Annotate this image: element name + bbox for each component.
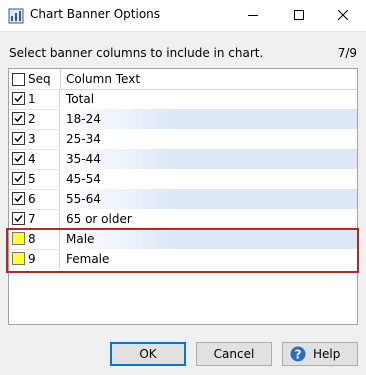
- svg-text:?: ?: [295, 348, 302, 362]
- maximize-button[interactable]: [276, 0, 322, 31]
- seq-cell: 4: [9, 149, 60, 169]
- table-header: Seq Column Text: [9, 69, 357, 90]
- seq-number: 1: [28, 92, 36, 106]
- column-text-cell[interactable]: 18-24: [60, 109, 357, 129]
- close-icon: [337, 9, 349, 21]
- column-text-cell[interactable]: 25-34: [60, 129, 357, 149]
- column-text: 35-44: [66, 152, 101, 166]
- checkmark-icon: [14, 135, 23, 143]
- table-row[interactable]: 6 55-64: [9, 189, 357, 209]
- seq-cell: 5: [9, 169, 60, 189]
- chart-app-icon: [8, 8, 24, 24]
- column-text: 18-24: [66, 112, 101, 126]
- table-row[interactable]: 4 35-44: [9, 149, 357, 169]
- row-checkbox[interactable]: [12, 192, 25, 205]
- column-text: Female: [66, 252, 110, 266]
- row-checkbox[interactable]: [12, 252, 25, 265]
- column-text: 55-64: [66, 192, 101, 206]
- instruction-text: Select banner columns to include in char…: [9, 46, 264, 60]
- table-row[interactable]: 9 Female: [9, 249, 357, 269]
- checkmark-icon: [14, 155, 23, 163]
- seq-cell: 7: [9, 209, 60, 229]
- row-checkbox[interactable]: [12, 92, 25, 105]
- column-text-cell[interactable]: 65 or older: [60, 209, 357, 229]
- close-button[interactable]: [320, 0, 366, 31]
- seq-number: 7: [28, 212, 36, 226]
- seq-number: 6: [28, 192, 36, 206]
- banner-columns-table: Seq Column Text 1 Total 2 18-24 3 25-34 …: [8, 68, 358, 325]
- column-text-cell[interactable]: 35-44: [60, 149, 357, 169]
- checkmark-icon: [14, 175, 23, 183]
- column-text-cell[interactable]: Male: [60, 229, 357, 249]
- seq-cell: 9: [9, 249, 60, 269]
- row-checkbox[interactable]: [12, 172, 25, 185]
- selection-count: 7/9: [337, 46, 357, 60]
- row-checkbox[interactable]: [12, 212, 25, 225]
- checkmark-icon: [14, 215, 23, 223]
- help-button[interactable]: ? Help: [282, 342, 358, 366]
- column-text-cell[interactable]: Total: [60, 89, 357, 109]
- maximize-icon: [294, 10, 304, 20]
- help-icon: ?: [290, 346, 306, 362]
- column-text-cell[interactable]: 45-54: [60, 169, 357, 189]
- header-seq-cell: Seq: [9, 69, 61, 89]
- seq-cell: 2: [9, 109, 60, 129]
- seq-number: 5: [28, 172, 36, 186]
- table-row[interactable]: 8 Male: [9, 229, 357, 249]
- help-label: Help: [313, 347, 341, 361]
- column-text: 25-34: [66, 132, 101, 146]
- column-text: Male: [66, 232, 95, 246]
- row-checkbox[interactable]: [12, 232, 25, 245]
- minimize-button[interactable]: [230, 0, 276, 31]
- header-column-text-label[interactable]: Column Text: [66, 72, 140, 86]
- seq-cell: 1: [9, 89, 60, 109]
- table-row[interactable]: 2 18-24: [9, 109, 357, 129]
- row-checkbox[interactable]: [12, 152, 25, 165]
- seq-number: 8: [28, 232, 36, 246]
- checkmark-icon: [14, 115, 23, 123]
- column-text: 65 or older: [66, 212, 132, 226]
- seq-cell: 6: [9, 189, 60, 209]
- seq-number: 9: [28, 252, 36, 266]
- title-bar: Chart Banner Options: [0, 0, 366, 32]
- checkmark-icon: [14, 195, 23, 203]
- window-title: Chart Banner Options: [30, 7, 161, 21]
- seq-cell: 3: [9, 129, 60, 149]
- table-row[interactable]: 7 65 or older: [9, 209, 357, 229]
- seq-cell: 8: [9, 229, 60, 249]
- row-checkbox[interactable]: [12, 112, 25, 125]
- minimize-icon: [248, 15, 258, 16]
- ok-button[interactable]: OK: [110, 342, 186, 366]
- column-text: 45-54: [66, 172, 101, 186]
- row-checkbox[interactable]: [12, 132, 25, 145]
- cancel-button[interactable]: Cancel: [196, 342, 272, 366]
- seq-number: 2: [28, 112, 36, 126]
- checkmark-icon: [14, 95, 23, 103]
- seq-number: 4: [28, 152, 36, 166]
- column-text: Total: [66, 92, 95, 106]
- table-row[interactable]: 3 25-34: [9, 129, 357, 149]
- column-text-cell[interactable]: Female: [60, 249, 357, 269]
- header-seq-label: Seq: [28, 72, 51, 86]
- select-all-checkbox[interactable]: [12, 73, 25, 86]
- table-row[interactable]: 5 45-54: [9, 169, 357, 189]
- seq-number: 3: [28, 132, 36, 146]
- table-row[interactable]: 1 Total: [9, 89, 357, 109]
- column-text-cell[interactable]: 55-64: [60, 189, 357, 209]
